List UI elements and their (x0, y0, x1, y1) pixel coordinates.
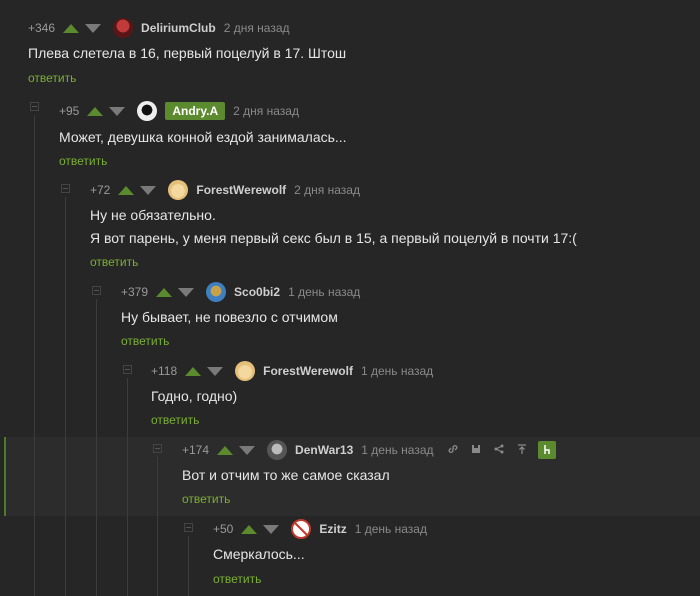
downvote-icon[interactable] (109, 106, 126, 116)
timestamp[interactable]: 1 день назад (361, 443, 433, 457)
downvote-icon[interactable] (239, 445, 256, 455)
collapse-toggle[interactable] (30, 102, 39, 111)
comment-text: Вот и отчим то же самое сказал (182, 467, 390, 483)
highlighted-comment-marker (4, 437, 6, 516)
comment-rating: +72 (90, 183, 111, 197)
comment-header: +346 DeliriumClub 2 дня назад (28, 18, 290, 38)
username[interactable]: ForestWerewolf (263, 364, 353, 378)
reply-link[interactable]: ответить (121, 334, 169, 348)
thread-line (127, 378, 128, 596)
thread-line (34, 115, 35, 596)
timestamp[interactable]: 1 день назад (355, 522, 427, 536)
upvote-icon[interactable] (156, 287, 173, 297)
thread-line (157, 457, 158, 596)
comment-rating: +174 (182, 443, 210, 457)
comment-rating: +379 (121, 285, 149, 299)
save-icon[interactable] (469, 443, 483, 457)
thread-line (96, 299, 97, 596)
username[interactable]: Sco0bi2 (234, 285, 280, 299)
comment-header: +118 ForestWerewolf 1 день назад (151, 361, 433, 381)
link-icon[interactable] (446, 443, 460, 457)
upvote-icon[interactable] (217, 445, 234, 455)
avatar[interactable] (235, 361, 256, 381)
collapse-toggle[interactable] (184, 523, 193, 532)
timestamp[interactable]: 2 дня назад (224, 21, 290, 35)
collapse-toggle[interactable] (153, 444, 162, 453)
comment-text: Ну бывает, не повезло с отчимом (121, 309, 338, 325)
avatar[interactable] (267, 440, 288, 460)
reply-link[interactable]: ответить (59, 154, 107, 168)
downvote-icon[interactable] (207, 366, 224, 376)
comment-text: Ну не обязательно. (90, 207, 216, 223)
comment-header: +379 Sco0bi2 1 день назад (121, 282, 360, 302)
upvote-icon[interactable] (241, 524, 258, 534)
comment-header: +50 Ezitz 1 день назад (213, 519, 427, 539)
downvote-icon[interactable] (140, 185, 157, 195)
upvote-icon[interactable] (87, 106, 104, 116)
share-icon[interactable] (492, 443, 506, 457)
timestamp[interactable]: 1 день назад (361, 364, 433, 378)
comment-rating: +118 (151, 364, 178, 378)
comment-actions (446, 441, 565, 459)
comment-text: Я вот парень, у меня первый секс был в 1… (90, 230, 577, 246)
reply-link[interactable]: ответить (151, 413, 199, 427)
comment-rating: +50 (213, 522, 234, 536)
reply-link[interactable]: ответить (213, 572, 261, 586)
avatar[interactable] (206, 282, 227, 302)
comment-text: Годно, годно) (151, 388, 238, 404)
tree-icon[interactable] (537, 441, 556, 459)
thread-line (65, 197, 66, 596)
upvote-icon[interactable] (63, 23, 80, 33)
collapse-toggle[interactable] (92, 286, 101, 295)
comment-text: Может, девушка конной ездой занималась..… (59, 129, 347, 145)
upvote-icon[interactable] (185, 366, 202, 376)
comment-text: Смеркалось... (213, 546, 305, 562)
avatar[interactable] (291, 519, 312, 539)
avatar[interactable] (168, 180, 189, 200)
reply-link[interactable]: ответить (182, 492, 230, 506)
comment-header: +72 ForestWerewolf 2 дня назад (90, 180, 360, 200)
username[interactable]: ForestWerewolf (196, 183, 286, 197)
downvote-icon[interactable] (178, 287, 195, 297)
thread-line (188, 536, 189, 596)
username[interactable]: Andry.A (165, 102, 226, 120)
username[interactable]: DenWar13 (295, 443, 353, 457)
comment-rating: +346 (28, 21, 56, 35)
pin-top-icon[interactable] (515, 443, 529, 457)
comment-rating: +95 (59, 104, 80, 118)
comment-header: +95 Andry.A 2 дня назад (59, 101, 299, 121)
collapse-toggle[interactable] (123, 365, 132, 374)
username[interactable]: DeliriumClub (141, 21, 216, 35)
avatar[interactable] (137, 101, 158, 121)
collapse-toggle[interactable] (61, 184, 70, 193)
reply-link[interactable]: ответить (90, 255, 138, 269)
upvote-icon[interactable] (118, 185, 135, 195)
username[interactable]: Ezitz (319, 522, 346, 536)
timestamp[interactable]: 2 дня назад (294, 183, 360, 197)
comment-text: Плева слетела в 16, первый поцелуй в 17.… (28, 45, 347, 61)
reply-link[interactable]: ответить (28, 71, 76, 85)
comment-header: +174 DenWar13 1 день назад (182, 440, 565, 460)
downvote-icon[interactable] (263, 524, 280, 534)
downvote-icon[interactable] (85, 23, 102, 33)
avatar[interactable] (113, 18, 134, 38)
timestamp[interactable]: 2 дня назад (233, 104, 299, 118)
timestamp[interactable]: 1 день назад (288, 285, 360, 299)
